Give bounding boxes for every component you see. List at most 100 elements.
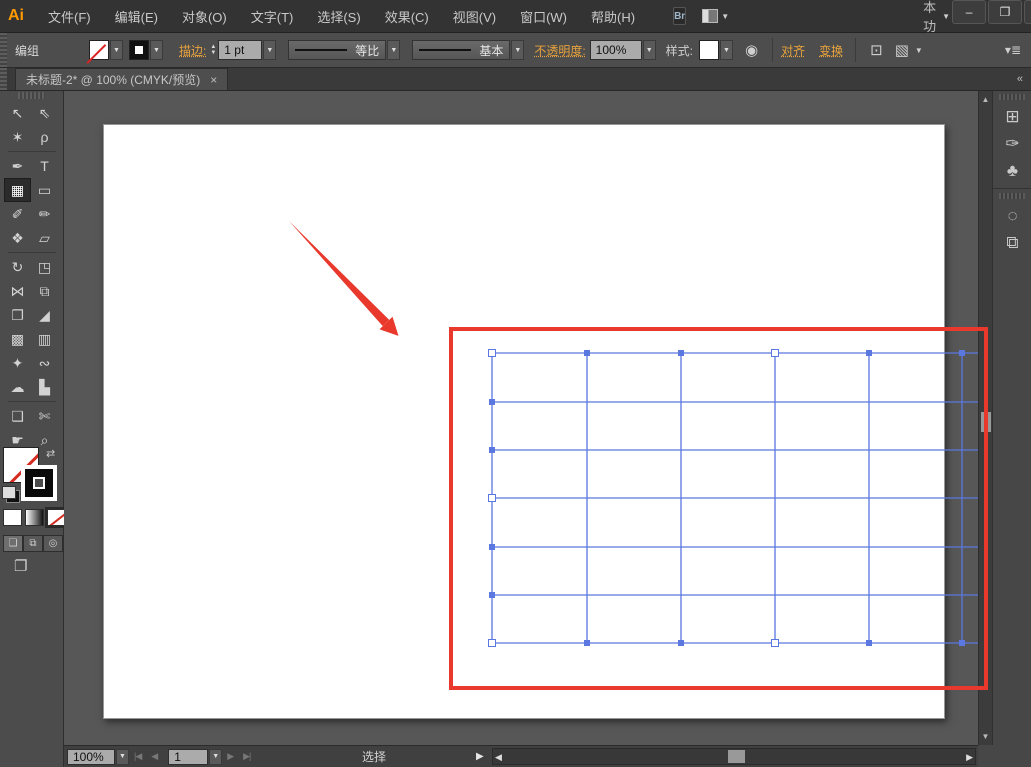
draw-behind-icon[interactable]: ⧉ bbox=[23, 535, 43, 552]
artboards-panel-icon[interactable]: ⧉ bbox=[993, 229, 1031, 256]
type-tool[interactable]: T bbox=[31, 154, 58, 178]
chevron-down-icon[interactable]: ▼ bbox=[511, 40, 524, 60]
chevron-down-icon[interactable]: ▼ bbox=[263, 40, 276, 60]
canvas-area[interactable] bbox=[64, 91, 978, 745]
color-button[interactable] bbox=[3, 509, 22, 526]
scale-tool[interactable]: ◳ bbox=[31, 255, 58, 279]
blend-tool[interactable]: ∾ bbox=[31, 351, 58, 375]
chevron-down-icon[interactable]: ▼ bbox=[915, 46, 923, 55]
chevron-down-icon[interactable]: ▼ bbox=[720, 40, 733, 60]
opacity-field[interactable]: 100% bbox=[590, 40, 642, 60]
controlbar-grip[interactable] bbox=[0, 33, 7, 67]
scroll-down-icon[interactable]: ▼ bbox=[979, 732, 992, 741]
style-control[interactable]: ▼ bbox=[699, 40, 733, 60]
fill-none-swatch[interactable] bbox=[89, 40, 109, 60]
pen-tool[interactable]: ✒ bbox=[4, 154, 31, 178]
status-expand-icon[interactable]: ▶ bbox=[476, 751, 484, 762]
stroke-color-control[interactable]: ▼ bbox=[129, 40, 163, 60]
menu-item-1[interactable]: 编辑(E) bbox=[105, 3, 168, 30]
select-similar-icon[interactable]: ▧ bbox=[895, 41, 909, 59]
artboard-tool[interactable]: ❑ bbox=[4, 404, 31, 428]
horizontal-scrollbar[interactable]: ◀ ▶ bbox=[492, 748, 976, 765]
blob-brush-tool[interactable]: ❖ bbox=[4, 226, 31, 250]
eyedropper-tool[interactable]: ✦ bbox=[4, 351, 31, 375]
swap-fill-stroke-icon[interactable]: ⇄ bbox=[46, 447, 55, 460]
last-artboard-icon[interactable]: ▶| bbox=[243, 751, 250, 762]
width-tool[interactable]: ⋈ bbox=[4, 279, 31, 303]
direct-selection-tool[interactable]: ⇖ bbox=[31, 101, 58, 125]
brush-definition-dropdown[interactable]: 基本 bbox=[412, 40, 510, 60]
stroke-panel-link[interactable]: 描边: bbox=[179, 42, 206, 59]
menu-item-3[interactable]: 文字(T) bbox=[241, 3, 304, 30]
free-transform-tool[interactable]: ⧉ bbox=[31, 279, 58, 303]
chevron-down-icon[interactable]: ▼ bbox=[643, 40, 656, 60]
gradient-tool[interactable]: ▥ bbox=[31, 327, 58, 351]
arrange-documents-button[interactable]: ▼ bbox=[702, 9, 729, 23]
chevron-down-icon[interactable]: ▼ bbox=[150, 40, 163, 60]
isolate-object-icon[interactable]: ⊡ bbox=[870, 41, 883, 59]
menu-item-5[interactable]: 效果(C) bbox=[375, 3, 439, 30]
draw-normal-icon[interactable]: ❏ bbox=[3, 535, 23, 552]
default-fill-stroke-icon[interactable] bbox=[2, 486, 16, 499]
pencil-tool[interactable]: ✏ bbox=[31, 202, 58, 226]
gradient-button[interactable] bbox=[25, 509, 44, 526]
maximize-button[interactable]: ❐ bbox=[988, 0, 1022, 24]
magic-wand-tool[interactable]: ✶ bbox=[4, 125, 31, 149]
eraser-tool[interactable]: ▱ bbox=[31, 226, 58, 250]
screen-mode-icon[interactable]: ❐ bbox=[14, 557, 27, 575]
menu-item-0[interactable]: 文件(F) bbox=[38, 3, 101, 30]
menu-item-4[interactable]: 选择(S) bbox=[307, 3, 370, 30]
shape-builder-tool[interactable]: ❐ bbox=[4, 303, 31, 327]
minimize-button[interactable]: – bbox=[952, 0, 986, 24]
menu-item-6[interactable]: 视图(V) bbox=[443, 3, 506, 30]
stroke-color-swatch[interactable] bbox=[129, 40, 149, 60]
lasso-tool[interactable]: ρ bbox=[31, 125, 58, 149]
transform-panel-link[interactable]: 变换 bbox=[819, 42, 843, 59]
close-tab-icon[interactable]: × bbox=[210, 73, 217, 87]
fill-color-control[interactable]: ▼ bbox=[89, 40, 123, 60]
appearance-panel-icon[interactable]: ◌ bbox=[993, 202, 1031, 229]
mesh-tool[interactable]: ▩ bbox=[4, 327, 31, 351]
swatches-panel-icon[interactable]: ⊞ bbox=[993, 103, 1031, 130]
selection-tool[interactable]: ↖ bbox=[4, 101, 31, 125]
draw-inside-icon[interactable]: ◎ bbox=[43, 535, 63, 552]
first-artboard-icon[interactable]: |◀ bbox=[134, 751, 141, 762]
panel-menu-icon[interactable]: ▾≣ bbox=[1005, 43, 1021, 57]
zoom-level-field[interactable]: 100% bbox=[67, 749, 115, 765]
horizontal-scrollbar-thumb[interactable] bbox=[728, 750, 745, 763]
align-panel-link[interactable]: 对齐 bbox=[781, 42, 805, 59]
rotate-tool[interactable]: ↻ bbox=[4, 255, 31, 279]
previous-artboard-icon[interactable]: ◀ bbox=[151, 751, 157, 762]
dock-grip[interactable] bbox=[999, 94, 1025, 100]
symbol-sprayer-tool[interactable]: ☁ bbox=[4, 375, 31, 399]
brushes-panel-icon[interactable]: ✑ bbox=[993, 130, 1031, 157]
toolbar-grip[interactable] bbox=[18, 92, 45, 99]
menu-item-7[interactable]: 窗口(W) bbox=[510, 3, 577, 30]
rectangle-tool[interactable]: ▭ bbox=[31, 178, 58, 202]
artboard-number-field[interactable]: 1 bbox=[168, 749, 208, 765]
scroll-right-icon[interactable]: ▶ bbox=[966, 752, 973, 763]
symbols-panel-icon[interactable]: ♣ bbox=[993, 157, 1031, 184]
close-button[interactable]: ✕ bbox=[1024, 0, 1031, 24]
chevron-down-icon[interactable]: ▼ bbox=[209, 749, 222, 765]
chevron-down-icon[interactable]: ▼ bbox=[387, 40, 400, 60]
stroke-swatch[interactable] bbox=[21, 465, 57, 501]
document-tab[interactable]: 未标题-2* @ 100% (CMYK/预览) × bbox=[15, 68, 228, 90]
column-graph-tool[interactable]: ▙ bbox=[31, 375, 58, 399]
bridge-button[interactable]: Br bbox=[673, 7, 686, 25]
perspective-grid-tool[interactable]: ◢ bbox=[31, 303, 58, 327]
menu-item-8[interactable]: 帮助(H) bbox=[581, 3, 645, 30]
rectangular-grid-tool[interactable]: ▦ bbox=[4, 178, 31, 202]
width-profile-dropdown[interactable]: 等比 bbox=[288, 40, 386, 60]
recolor-artwork-icon[interactable]: ◉ bbox=[745, 41, 758, 59]
style-swatch[interactable] bbox=[699, 40, 719, 60]
menu-item-2[interactable]: 对象(O) bbox=[172, 3, 237, 30]
chevron-down-icon[interactable]: ▼ bbox=[116, 749, 129, 765]
next-artboard-icon[interactable]: ▶ bbox=[227, 751, 233, 762]
scroll-up-icon[interactable]: ▲ bbox=[979, 95, 992, 104]
stroke-weight-field[interactable]: 1 pt bbox=[218, 40, 262, 60]
dock-grip[interactable] bbox=[999, 193, 1025, 199]
scroll-left-icon[interactable]: ◀ bbox=[495, 752, 502, 763]
slice-tool[interactable]: ✄ bbox=[31, 404, 58, 428]
stroke-weight-stepper[interactable]: ▲▼ bbox=[210, 44, 216, 56]
